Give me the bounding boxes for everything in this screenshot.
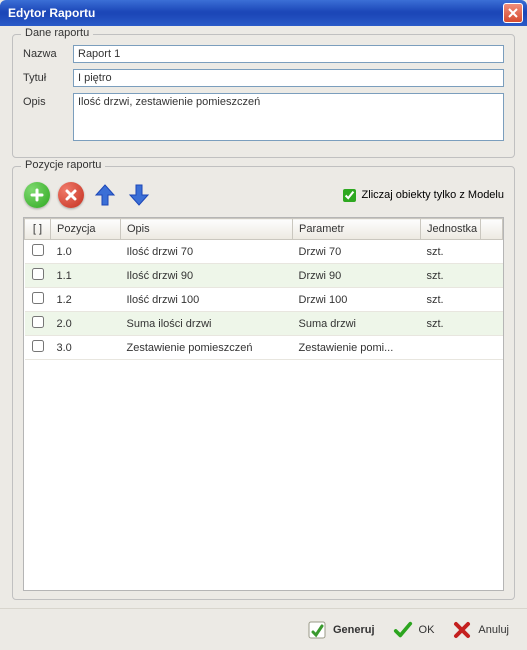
row-tytul: Tytuł (23, 69, 504, 87)
group-pozycje-label: Pozycje raportu (21, 159, 105, 171)
row-nazwa: Nazwa (23, 45, 504, 63)
cell-jednostka: szt. (421, 288, 481, 312)
row-checkbox[interactable] (32, 292, 44, 304)
group-dane-raportu: Dane raportu Nazwa Tytuł Opis (12, 34, 515, 158)
cell-opis: Ilość drzwi 90 (121, 264, 293, 288)
group-pozycje-raportu: Pozycje raportu (12, 166, 515, 600)
ok-label: OK (419, 624, 435, 636)
cell-pozycja: 2.0 (51, 312, 121, 336)
row-checkbox[interactable] (32, 316, 44, 328)
arrow-up-icon (94, 183, 116, 207)
cell-jednostka (421, 336, 481, 360)
cell-opis: Suma ilości drzwi (121, 312, 293, 336)
header-parametr[interactable]: Parametr (293, 219, 421, 240)
cell-parametr: Drzwi 70 (293, 240, 421, 264)
grid-body: 1.0 Ilość drzwi 70 Drzwi 70 szt. 1.1 Ilo… (25, 240, 503, 360)
grid-table: [ ] Pozycja Opis Parametr Jednostka 1.0 (24, 218, 503, 360)
cell-opis: Ilość drzwi 100 (121, 288, 293, 312)
close-button[interactable] (503, 3, 523, 23)
cancel-label: Anuluj (478, 624, 509, 636)
window: Edytor Raportu Dane raportu Nazwa Tytuł … (0, 0, 527, 650)
label-tytul: Tytuł (23, 69, 73, 84)
cell-pozycja: 1.1 (51, 264, 121, 288)
input-tytul[interactable] (73, 69, 504, 87)
add-icon (24, 182, 50, 208)
cell-jednostka: szt. (421, 240, 481, 264)
header-spacer (481, 219, 503, 240)
cell-parametr: Zestawienie pomi... (293, 336, 421, 360)
cross-icon (452, 620, 472, 640)
cell-parametr: Suma drzwi (293, 312, 421, 336)
cell-parametr: Drzwi 100 (293, 288, 421, 312)
table-row[interactable]: 1.0 Ilość drzwi 70 Drzwi 70 szt. (25, 240, 503, 264)
cancel-button[interactable]: Anuluj (452, 620, 509, 640)
delete-icon (58, 182, 84, 208)
cell-pozycja: 1.0 (51, 240, 121, 264)
row-checkbox[interactable] (32, 268, 44, 280)
header-jednostka[interactable]: Jednostka (421, 219, 481, 240)
label-nazwa: Nazwa (23, 45, 73, 60)
move-down-button[interactable] (125, 181, 153, 209)
generate-icon (307, 620, 327, 640)
textarea-opis[interactable] (73, 93, 504, 141)
cell-parametr: Drzwi 90 (293, 264, 421, 288)
table-row[interactable]: 1.2 Ilość drzwi 100 Drzwi 100 szt. (25, 288, 503, 312)
label-opis: Opis (23, 93, 73, 108)
count-from-model-checkbox[interactable] (343, 189, 356, 202)
cell-jednostka: szt. (421, 264, 481, 288)
generate-button[interactable]: Generuj (307, 620, 375, 640)
grid-header-row: [ ] Pozycja Opis Parametr Jednostka (25, 219, 503, 240)
grid-empty-area (24, 360, 503, 590)
count-from-model-label: Zliczaj obiekty tylko z Modelu (362, 189, 504, 201)
close-icon (508, 8, 518, 18)
cell-opis: Ilość drzwi 70 (121, 240, 293, 264)
row-checkbox[interactable] (32, 340, 44, 352)
ok-button[interactable]: OK (393, 620, 435, 640)
cell-pozycja: 1.2 (51, 288, 121, 312)
footer: Generuj OK Anuluj (0, 608, 527, 650)
cell-opis: Zestawienie pomieszczeń (121, 336, 293, 360)
toolbar: Zliczaj obiekty tylko z Modelu (23, 177, 504, 217)
checkmark-icon (393, 620, 413, 640)
add-button[interactable] (23, 181, 51, 209)
input-nazwa[interactable] (73, 45, 504, 63)
header-checkbox[interactable]: [ ] (25, 219, 51, 240)
delete-button[interactable] (57, 181, 85, 209)
count-from-model-wrap[interactable]: Zliczaj obiekty tylko z Modelu (343, 189, 504, 202)
arrow-down-icon (128, 183, 150, 207)
cell-pozycja: 3.0 (51, 336, 121, 360)
group-dane-label: Dane raportu (21, 27, 93, 39)
cell-jednostka: szt. (421, 312, 481, 336)
generate-label: Generuj (333, 624, 375, 636)
table-row[interactable]: 2.0 Suma ilości drzwi Suma drzwi szt. (25, 312, 503, 336)
move-up-button[interactable] (91, 181, 119, 209)
window-title: Edytor Raportu (8, 6, 503, 20)
grid: [ ] Pozycja Opis Parametr Jednostka 1.0 (23, 217, 504, 591)
header-opis[interactable]: Opis (121, 219, 293, 240)
table-row[interactable]: 1.1 Ilość drzwi 90 Drzwi 90 szt. (25, 264, 503, 288)
row-opis: Opis (23, 93, 504, 141)
titlebar: Edytor Raportu (0, 0, 527, 26)
header-pozycja[interactable]: Pozycja (51, 219, 121, 240)
row-checkbox[interactable] (32, 244, 44, 256)
content: Dane raportu Nazwa Tytuł Opis Pozycje ra… (0, 26, 527, 608)
table-row[interactable]: 3.0 Zestawienie pomieszczeń Zestawienie … (25, 336, 503, 360)
